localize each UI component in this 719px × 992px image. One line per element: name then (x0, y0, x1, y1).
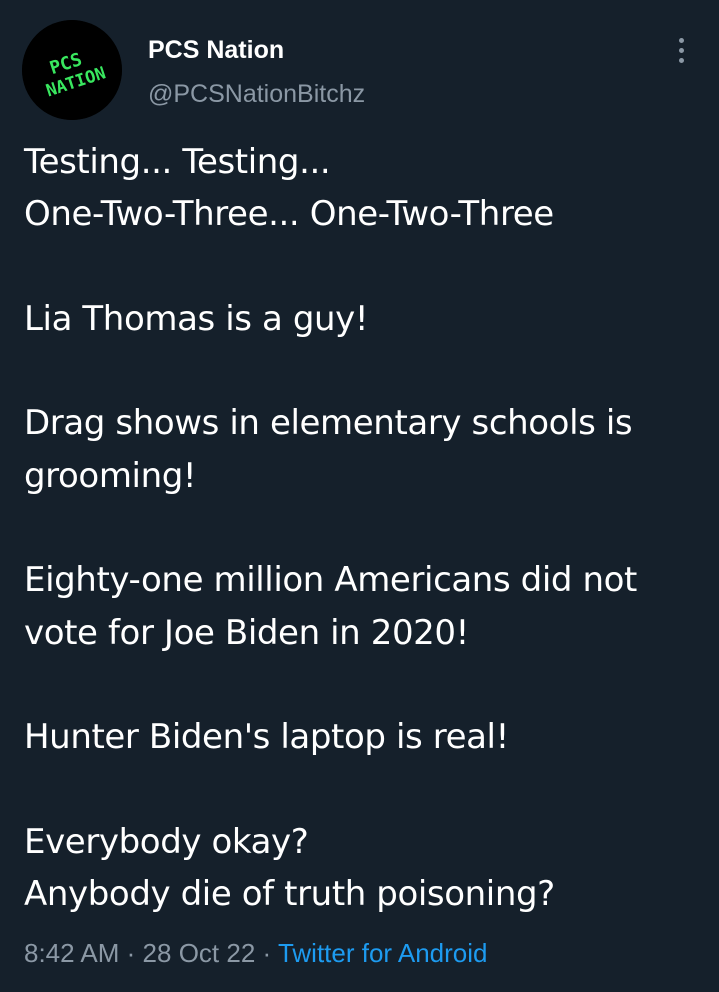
tweet-line: Anybody die of truth poisoning? (24, 874, 555, 915)
more-options-button[interactable] (664, 30, 700, 70)
tweet-line: Drag shows in elementary schools is (24, 403, 633, 444)
more-icon-dot (679, 48, 684, 53)
user-handle[interactable]: @PCSNationBitchz (148, 78, 365, 110)
display-name[interactable]: PCS Nation (148, 34, 284, 66)
tweet-date[interactable]: 28 Oct 22 (143, 938, 256, 968)
tweet-source-link[interactable]: Twitter for Android (278, 938, 488, 968)
tweet-time[interactable]: 8:42 AM (24, 938, 119, 968)
tweet-line: Hunter Biden's laptop is real! (24, 717, 509, 758)
tweet: PCS NATION PCS Nation @PCSNationBitchz T… (0, 0, 719, 992)
tweet-line: One-Two-Three... One-Two-Three (24, 194, 554, 235)
more-icon-dot (679, 58, 684, 63)
tweet-line: Eighty-one million Americans did not (24, 560, 637, 601)
more-vertical-icon (679, 38, 684, 43)
tweet-line: vote for Joe Biden in 2020! (24, 612, 469, 653)
tweet-line: Testing... Testing... (24, 142, 331, 182)
tweet-text: Testing... Testing... One-Two-Three... O… (24, 136, 714, 920)
tweet-line: grooming! (24, 455, 197, 496)
tweet-metadata: 8:42 AM · 28 Oct 22 · Twitter for Androi… (24, 935, 488, 971)
tweet-line: Everybody okay? (24, 821, 309, 862)
avatar[interactable]: PCS NATION (22, 20, 122, 120)
meta-separator: · (126, 938, 136, 968)
tweet-line: Lia Thomas is a guy! (24, 298, 369, 339)
meta-separator: · (262, 938, 272, 968)
pcs-nation-logo: PCS NATION (22, 20, 122, 120)
